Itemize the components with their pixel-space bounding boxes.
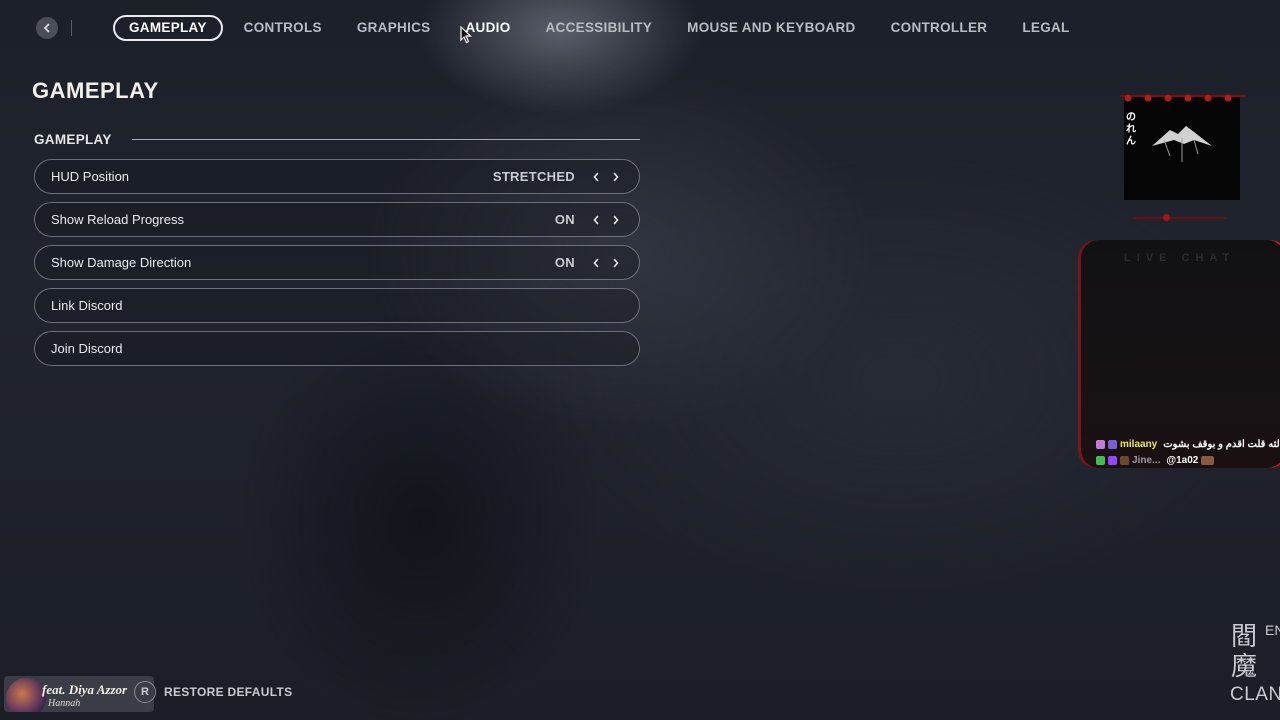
heart-badge-icon [1096, 440, 1105, 449]
album-art [6, 678, 46, 712]
setting-label: Show Reload Progress [51, 212, 184, 227]
tab-gameplay[interactable]: GAMEPLAY [113, 15, 223, 41]
chat-message: milaany الثالثه قلت اقدم و بوقف بشوت [1096, 439, 1280, 450]
tab-legal[interactable]: LEGAL [1008, 15, 1083, 41]
chevron-left-icon [43, 23, 50, 33]
setting-label: Show Damage Direction [51, 255, 192, 270]
setting-row-show-reload-progress[interactable]: Show Reload Progress ON [34, 202, 640, 237]
setting-row-hud-position[interactable]: HUD Position STRETCHED [34, 159, 640, 194]
mouse-cursor-icon [460, 26, 472, 44]
restore-defaults-button[interactable]: R RESTORE DEFAULTS [134, 681, 292, 703]
track-artist: Hannah [48, 698, 81, 709]
chat-message: Jine... @1a02 [1096, 455, 1217, 466]
now-playing-widget: feat. Diya Azzor Hannah [4, 676, 154, 712]
setting-value: ON [554, 255, 575, 270]
sub-badge-icon [1108, 440, 1117, 449]
track-title: feat. Diya Azzor [42, 682, 128, 697]
tab-mouse-and-keyboard[interactable]: MOUSE AND KEYBOARD [673, 15, 869, 41]
section-title: GAMEPLAY [34, 132, 112, 147]
prime-badge-icon [1108, 456, 1117, 465]
tab-graphics[interactable]: GRAPHICS [343, 15, 445, 41]
live-chat-panel [1078, 240, 1280, 468]
tab-controller[interactable]: CONTROLLER [877, 15, 1002, 41]
page-title: GAMEPLAY [32, 78, 159, 103]
chat-text: الثالثه قلت اقدم و بوقف بشوت [1163, 439, 1280, 450]
emote-icon [1201, 456, 1215, 465]
section-header: GAMEPLAY [34, 132, 640, 147]
noren-banner-image [1124, 96, 1240, 200]
key-hint-r: R [134, 681, 156, 703]
tab-controls[interactable]: CONTROLS [230, 15, 336, 41]
setting-label: Link Discord [51, 298, 123, 313]
section-divider [131, 139, 640, 140]
mountain-icon [1152, 126, 1212, 162]
settings-list: HUD Position STRETCHED Show Reload Progr… [34, 159, 640, 374]
banner-divider [1134, 217, 1226, 219]
banner-divider-dot [1163, 214, 1170, 221]
chat-username: milaany [1120, 439, 1158, 450]
live-chat-title: LIVE CHAT [1124, 252, 1236, 264]
banner-calligraphy: のれん [1126, 112, 1136, 147]
link-discord-button[interactable]: Link Discord [34, 288, 640, 323]
banner-rings-icon [1120, 94, 1246, 102]
chevron-right-icon[interactable] [609, 213, 623, 227]
restore-defaults-label: RESTORE DEFAULTS [164, 685, 293, 699]
setting-label: Join Discord [51, 341, 123, 356]
setting-label: HUD Position [51, 169, 130, 184]
bits-badge-icon [1120, 456, 1129, 465]
chat-text: @1a02 [1166, 455, 1199, 466]
chevron-left-icon[interactable] [589, 256, 603, 270]
chevron-left-icon[interactable] [589, 213, 603, 227]
nav-divider [71, 20, 72, 36]
clan-logo-letters: ENMA [1265, 622, 1280, 638]
chevron-right-icon[interactable] [609, 170, 623, 184]
join-discord-button[interactable]: Join Discord [34, 331, 640, 366]
settings-tabs: GAMEPLAY CONTROLS GRAPHICS AUDIO ACCESSI… [113, 14, 1091, 42]
setting-value: ON [554, 212, 575, 227]
mod-badge-icon [1096, 456, 1105, 465]
setting-value: STRETCHED [492, 169, 575, 184]
clan-logo-kanji: 閻魔 [1231, 622, 1258, 682]
chat-username: Jine... [1132, 455, 1161, 466]
tab-accessibility[interactable]: ACCESSIBILITY [532, 15, 667, 41]
clan-logo-word: CLAN [1230, 684, 1280, 705]
chevron-right-icon[interactable] [609, 256, 623, 270]
chevron-left-icon[interactable] [589, 170, 603, 184]
setting-row-show-damage-direction[interactable]: Show Damage Direction ON [34, 245, 640, 280]
back-button[interactable] [36, 17, 58, 39]
